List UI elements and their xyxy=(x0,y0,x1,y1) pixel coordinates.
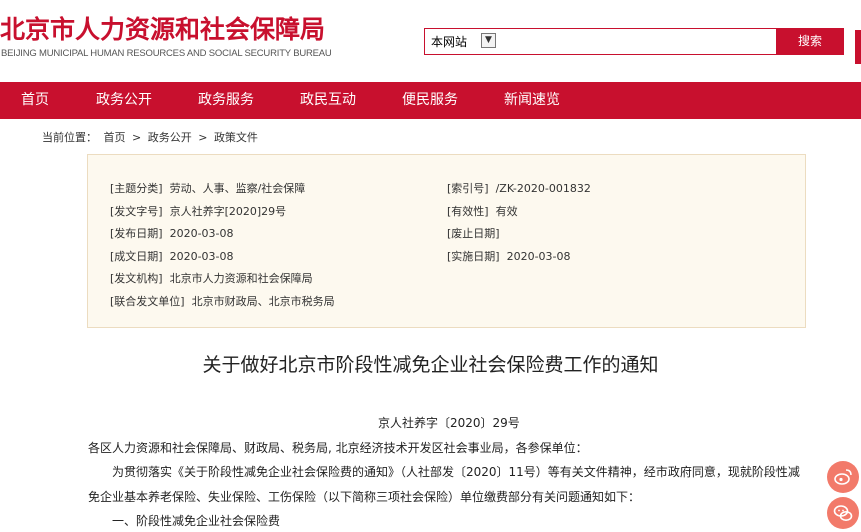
site-logo-subtitle: BEIJING MUNICIPAL HUMAN RESOURCES AND SO… xyxy=(1,48,332,59)
nav-item-gov-services[interactable]: 政务服务 xyxy=(198,82,254,119)
site-header: 北京市人力资源和社会保障局 BEIJING MUNICIPAL HUMAN RE… xyxy=(0,0,861,82)
article-section-heading: 一、阶段性减免企业社会保险费 xyxy=(112,514,281,528)
meta-effective-date: [实施日期] 2020-03-08 xyxy=(447,250,571,263)
breadcrumb: 当前位置： 首页 > 政务公开 > 政策文件 xyxy=(42,129,261,145)
article-recipients: 各区人力资源和社会保障局、财政局、税务局, 北京经济技术开发区社会事业局，各参保… xyxy=(88,441,588,455)
meta-publish-date: [发布日期] 2020-03-08 xyxy=(110,227,234,240)
weibo-icon xyxy=(834,469,852,485)
breadcrumb-separator: > xyxy=(198,131,208,144)
side-tab-button[interactable] xyxy=(855,30,861,64)
breadcrumb-home[interactable]: 首页 xyxy=(104,131,126,144)
site-logo-title[interactable]: 北京市人力资源和社会保障局 xyxy=(0,10,325,46)
wechat-icon xyxy=(833,505,853,521)
search-bar: 本网站 ▼ 搜索 xyxy=(424,28,844,55)
article-paragraph-line: 为贯彻落实《关于阶段性减免企业社会保险费的通知》（人社部发〔2020〕11号）等… xyxy=(112,465,800,479)
meta-validity: [有效性] 有效 xyxy=(447,205,518,218)
nav-item-gov-affairs-public[interactable]: 政务公开 xyxy=(96,82,152,119)
meta-issuing-agency: [发文机构] 北京市人力资源和社会保障局 xyxy=(110,272,313,285)
nav-item-interaction[interactable]: 政民互动 xyxy=(300,82,356,119)
nav-item-convenience[interactable]: 便民服务 xyxy=(402,82,458,119)
share-weibo-button[interactable] xyxy=(827,461,859,493)
meta-repeal-date: [废止日期] xyxy=(447,227,500,240)
nav-item-news[interactable]: 新闻速览 xyxy=(504,82,560,119)
meta-joint-agencies: [联合发文单位] 北京市财政局、北京市税务局 xyxy=(110,295,335,308)
share-wechat-button[interactable] xyxy=(827,497,859,529)
breadcrumb-separator: > xyxy=(132,131,142,144)
breadcrumb-prefix: 当前位置： xyxy=(42,131,97,144)
meta-doc-number: [发文字号] 京人社养字[2020]29号 xyxy=(110,205,287,218)
meta-index-number: [索引号] /ZK-2020-001832 xyxy=(447,182,591,195)
main-nav: 首页 政务公开 政务服务 政民互动 便民服务 新闻速览 xyxy=(0,82,861,119)
breadcrumb-policy-docs[interactable]: 政策文件 xyxy=(214,131,258,144)
article-title: 关于做好北京市阶段性减免企业社会保险费工作的通知 xyxy=(202,354,659,376)
meta-written-date: [成文日期] 2020-03-08 xyxy=(110,250,234,263)
chevron-down-icon[interactable]: ▼ xyxy=(481,33,496,48)
article-paragraph-line: 免企业基本养老保险、失业保险、工伤保险（以下简称三项社会保险）单位缴费部分有关问… xyxy=(88,490,641,504)
meta-topic: [主题分类] 劳动、人事、监察/社会保障 xyxy=(110,182,306,195)
search-scope-select[interactable]: 本网站 xyxy=(431,33,467,50)
document-meta-panel: [主题分类] 劳动、人事、监察/社会保障 [发文字号] 京人社养字[2020]2… xyxy=(87,154,806,328)
search-button[interactable]: 搜索 xyxy=(776,28,844,55)
search-input[interactable] xyxy=(503,31,773,52)
article-doc-number: 京人社养字〔2020〕29号 xyxy=(378,416,520,430)
nav-item-home[interactable]: 首页 xyxy=(21,82,49,119)
breadcrumb-gov-affairs[interactable]: 政务公开 xyxy=(148,131,192,144)
